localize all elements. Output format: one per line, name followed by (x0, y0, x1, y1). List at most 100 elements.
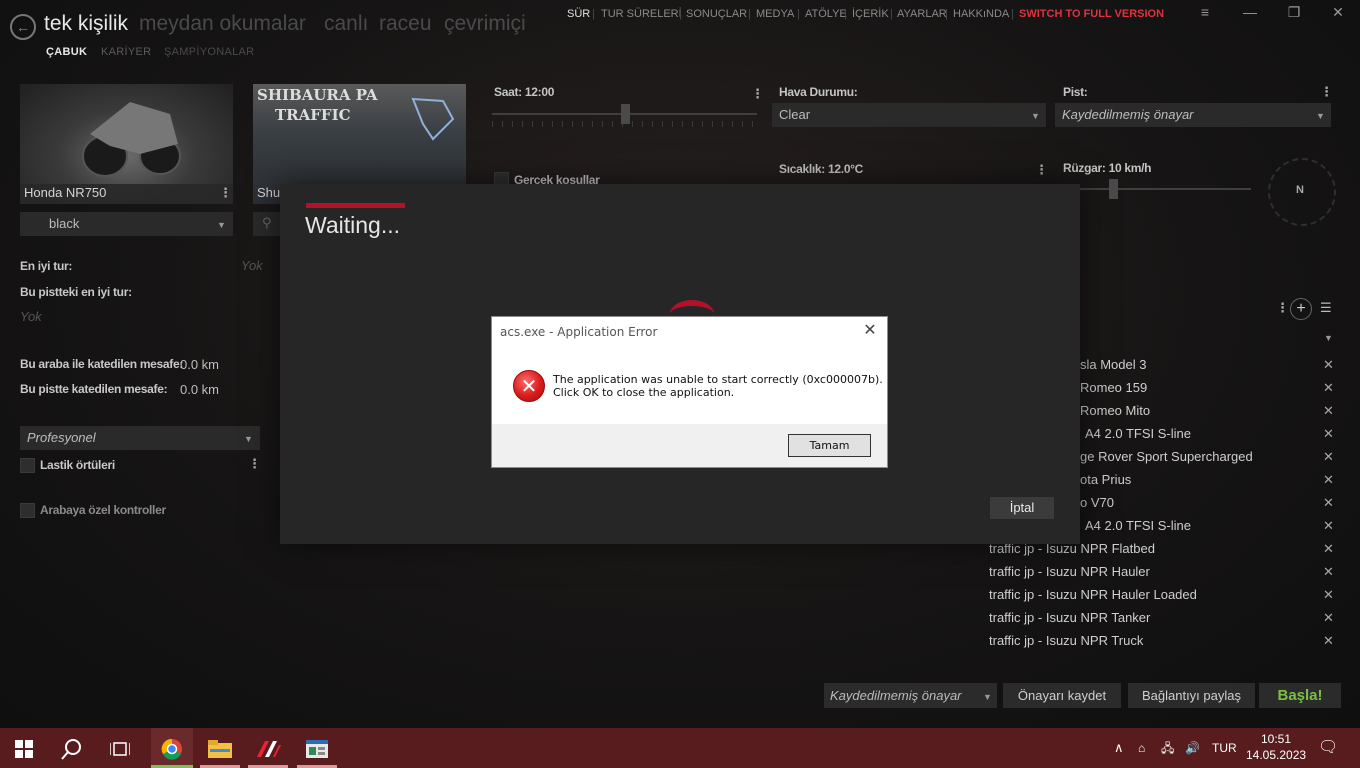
bottom-preset-dropdown[interactable]: Kaydedilmemiş önayar ▼ (824, 683, 997, 708)
chrome-icon[interactable] (151, 728, 193, 768)
bottom-preset-value: Kaydedilmemiş önayar (830, 688, 962, 703)
minimize-icon[interactable]: — (1240, 4, 1260, 20)
remove-car-icon[interactable]: ✕ (1323, 564, 1334, 580)
nav-separator: | (945, 8, 948, 20)
track-condition-dropdown[interactable]: Kaydedilmemiş önayar ▼ (1055, 103, 1331, 127)
remove-car-icon[interactable]: ✕ (1323, 449, 1334, 465)
time-slider-thumb[interactable] (621, 104, 630, 124)
track-distance-value: 0.0 km (180, 382, 220, 397)
car-list-item[interactable]: A4 2.0 TFSI S-line (1085, 426, 1191, 441)
list-options-icon[interactable]: ⋮ (1276, 300, 1289, 316)
tab-live[interactable]: canlı (324, 12, 368, 36)
nav-about[interactable]: HAKKıNDA (953, 8, 1009, 20)
temperature-options-icon[interactable]: ⋮ (1035, 162, 1048, 178)
volume-icon[interactable]: 🔊 (1185, 728, 1200, 768)
nav-results[interactable]: SONUÇLAR (686, 8, 747, 20)
tyre-blankets-label: Lastik örtüleri (40, 458, 115, 472)
car-list-item[interactable]: Romeo Mito (1080, 403, 1150, 418)
tyre-options-icon[interactable]: ⋮ (248, 456, 261, 472)
tyre-blankets-checkbox[interactable] (20, 458, 35, 473)
track-condition-options-icon[interactable]: ⋮ (1320, 84, 1333, 100)
list-sort-chevron-icon[interactable]: ▼ (1324, 333, 1333, 343)
car-options-icon[interactable]: ⋮ (219, 185, 232, 201)
remove-car-icon[interactable]: ✕ (1323, 541, 1334, 557)
app-window-icon[interactable] (293, 728, 341, 768)
temperature-label: Sıcaklık: 12.0°C (779, 162, 864, 176)
network-icon[interactable]: 🖧 (1161, 728, 1174, 768)
add-car-icon[interactable]: + (1290, 298, 1312, 320)
wind-compass: N (1268, 158, 1336, 226)
track-image-title: SHIBAURA PA (257, 86, 378, 104)
assetto-corsa-icon[interactable] (244, 728, 292, 768)
save-preset-button[interactable]: Önayarı kaydet (1003, 683, 1121, 708)
file-explorer-icon[interactable] (196, 728, 244, 768)
restore-icon[interactable]: ❐ (1284, 4, 1304, 21)
car-list-item[interactable]: ota Prius (1080, 472, 1131, 487)
nav-media[interactable]: MEDYA (756, 8, 794, 20)
wind-slider-thumb[interactable] (1109, 179, 1118, 199)
car-skin-dropdown[interactable]: black ▼ (20, 212, 233, 236)
tray-webcam-icon[interactable]: ⌂ (1138, 728, 1145, 768)
subtab-championships[interactable]: ŞAMPİYONALAR (164, 46, 254, 58)
remove-car-icon[interactable]: ✕ (1323, 426, 1334, 442)
car-list-item[interactable]: Romeo 159 (1080, 380, 1147, 395)
start-button[interactable]: Başla! (1259, 683, 1341, 708)
remove-car-icon[interactable]: ✕ (1323, 518, 1334, 534)
tray-chevron-up-icon[interactable]: ∧ (1114, 728, 1124, 768)
nav-settings[interactable]: AYARLAR (897, 8, 947, 20)
back-arrow-icon[interactable]: ← (10, 14, 36, 40)
subtab-career[interactable]: KARİYER (101, 46, 151, 58)
car-list-item[interactable]: sla Model 3 (1080, 357, 1146, 372)
assist-preset-value: Profesyonel (27, 430, 96, 445)
car-list-item[interactable]: A4 2.0 TFSI S-line (1085, 518, 1191, 533)
remove-car-icon[interactable]: ✕ (1323, 472, 1334, 488)
assist-preset-dropdown[interactable]: Profesyonel ▼ (20, 426, 260, 450)
car-preview-card[interactable]: Honda NR750 ⋮ (20, 84, 233, 204)
time-label: Saat: 12:00 (494, 85, 555, 99)
time-options-icon[interactable]: ⋮ (751, 86, 764, 102)
car-list-item[interactable]: traffic jp - Isuzu NPR Tanker (989, 610, 1150, 625)
tab-online[interactable]: çevrimiçi (444, 12, 526, 36)
wind-slider-track[interactable] (1063, 188, 1251, 190)
ok-button[interactable]: Tamam (788, 434, 871, 457)
track-layout-dropdown[interactable]: ⚲ (253, 212, 283, 236)
nav-lap-times[interactable]: TUR SÜRELERİ (601, 8, 682, 20)
nav-drive[interactable]: SÜR (567, 8, 590, 20)
error-message-line-2: Click OK to close the application. (553, 386, 735, 399)
cancel-button[interactable]: İptal (990, 497, 1054, 519)
car-controls-checkbox[interactable] (20, 503, 35, 518)
list-view-icon[interactable]: ☰ (1320, 300, 1332, 316)
remove-car-icon[interactable]: ✕ (1323, 380, 1334, 396)
close-window-icon[interactable]: ✕ (1328, 4, 1348, 21)
remove-car-icon[interactable]: ✕ (1323, 610, 1334, 626)
car-list-item[interactable]: o V70 (1080, 495, 1114, 510)
menu-icon[interactable]: ≡ (1195, 4, 1215, 20)
switch-full-version-link[interactable]: SWITCH TO FULL VERSION (1019, 8, 1164, 20)
nav-workshop[interactable]: ATÖLYE (805, 8, 847, 20)
weather-dropdown[interactable]: Clear ▼ (772, 103, 1046, 127)
notifications-icon[interactable]: 🗨 (1318, 728, 1338, 768)
remove-car-icon[interactable]: ✕ (1323, 403, 1334, 419)
nav-separator: | (748, 8, 751, 20)
remove-car-icon[interactable]: ✕ (1323, 633, 1334, 649)
share-link-button[interactable]: Bağlantıyı paylaş (1128, 683, 1255, 708)
dialog-close-icon[interactable]: ✕ (860, 320, 880, 339)
remove-car-icon[interactable]: ✕ (1323, 587, 1334, 603)
nav-content[interactable]: İÇERİK (852, 8, 889, 20)
start-menu-icon[interactable] (0, 728, 48, 768)
subtab-quick[interactable]: ÇABUK (46, 46, 87, 58)
task-view-icon[interactable] (96, 728, 144, 768)
car-list-item[interactable]: traffic jp - Isuzu NPR Hauler (989, 564, 1150, 579)
remove-car-icon[interactable]: ✕ (1323, 357, 1334, 373)
system-clock[interactable]: 10:51 14.05.2023 (1246, 731, 1306, 763)
weather-label: Hava Durumu: (779, 85, 858, 99)
car-list-item[interactable]: traffic jp - Isuzu NPR Hauler Loaded (989, 587, 1197, 602)
car-list-item[interactable]: traffic jp - Isuzu NPR Truck (989, 633, 1143, 648)
tab-challenges[interactable]: meydan okumalar (139, 12, 306, 36)
car-list-item[interactable]: ge Rover Sport Supercharged (1080, 449, 1253, 464)
tab-raceu[interactable]: raceu (379, 12, 432, 36)
weather-value: Clear (779, 107, 811, 122)
search-icon[interactable] (48, 728, 96, 768)
remove-car-icon[interactable]: ✕ (1323, 495, 1334, 511)
input-language[interactable]: TUR (1212, 728, 1237, 768)
